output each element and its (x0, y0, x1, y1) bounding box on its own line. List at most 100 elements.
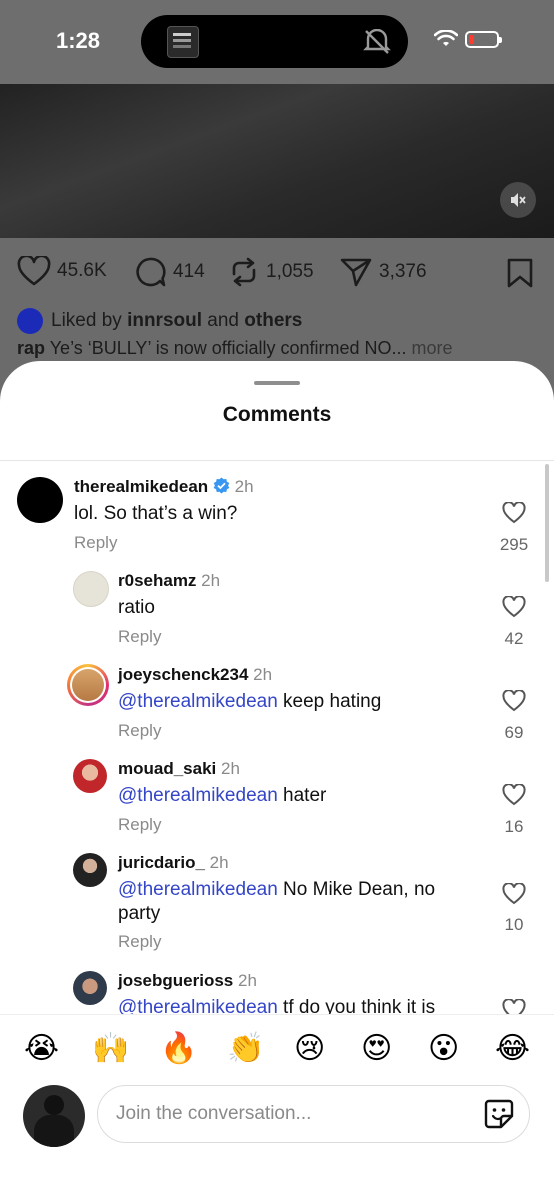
reply-button[interactable]: Reply (118, 815, 161, 835)
comment-text: @therealmikedean tf do you think it is (118, 996, 488, 1015)
sheet-grabber[interactable] (254, 381, 300, 385)
comment-text: @therealmikedean keep hating (118, 691, 382, 712)
comment-text: ratio (118, 597, 155, 618)
comment-time: 2h (238, 971, 257, 990)
avatar[interactable] (73, 571, 109, 607)
comment-username-row: joeyschenck234 2h (118, 665, 272, 685)
like-comment-heart-icon[interactable] (502, 690, 526, 712)
emoji-heart-eyes[interactable]: 😍 (361, 1031, 392, 1067)
caption-more-link[interactable]: more (412, 338, 453, 358)
repost-count: 1,055 (266, 261, 314, 282)
comment-text: @therealmikedean No Mike Dean, no party (118, 879, 436, 924)
status-time: 1:28 (56, 28, 101, 53)
mention-link[interactable]: @therealmikedean (118, 691, 278, 712)
comment-like-count: 295 (499, 535, 529, 554)
dynamic-island[interactable] (141, 15, 408, 68)
sticker-icon[interactable] (483, 1098, 515, 1130)
reply-button[interactable]: Reply (118, 721, 161, 741)
comment-username-row: juricdario_ 2h (118, 853, 229, 873)
story-ring-avatar[interactable] (67, 664, 109, 706)
comment-text: lol. So that’s a win? (74, 503, 238, 524)
speaker-muted-icon (511, 193, 526, 207)
comment-time: 2h (201, 571, 221, 590)
now-playing-artwork (167, 26, 199, 58)
comment-time: 2h (221, 759, 240, 778)
comment-username[interactable]: josebguerioss (118, 971, 233, 990)
liker-avatar (17, 308, 43, 334)
scrollbar[interactable] (545, 464, 549, 582)
comment-text: @therealmikedean hater (118, 785, 327, 806)
emoji-surprised[interactable]: 😮 (428, 1031, 459, 1067)
reply-button[interactable]: Reply (118, 627, 161, 647)
comment-username[interactable]: mouad_saki (118, 759, 216, 778)
avatar[interactable] (73, 759, 107, 793)
comment-like-count: 42 (504, 629, 524, 648)
like-comment-heart-icon[interactable] (502, 784, 526, 806)
comments-list[interactable]: therealmikedean 2h lol. So that’s a win?… (0, 462, 554, 1015)
comment-username[interactable]: therealmikedean (74, 477, 208, 496)
silent-mode-icon (363, 29, 391, 54)
video-mute-button[interactable] (500, 182, 536, 218)
comment-username-row: josebguerioss 2h (118, 971, 257, 991)
mention-link[interactable]: @therealmikedean (118, 785, 278, 806)
emoji-laughing[interactable]: 😂 (495, 1031, 530, 1067)
emoji-loudly-crying[interactable]: 😭 (24, 1031, 59, 1067)
mention-link[interactable]: @therealmikedean (118, 997, 278, 1015)
bookmark-icon[interactable] (506, 257, 534, 289)
comment-time: 2h (209, 853, 229, 872)
comment-username-row: mouad_saki 2h (118, 759, 240, 779)
like-count: 45.6K (57, 260, 107, 281)
like-comment-heart-icon[interactable] (502, 999, 526, 1015)
comment-username[interactable]: joeyschenck234 (118, 665, 248, 684)
like-comment-heart-icon[interactable] (502, 502, 526, 524)
emoji-clapping[interactable]: 👏 (227, 1031, 264, 1067)
comment-input-placeholder: Join the conversation... (116, 1103, 312, 1124)
like-comment-heart-icon[interactable] (502, 883, 526, 905)
comment-username[interactable]: r0sehamz (118, 571, 196, 590)
avatar[interactable] (73, 853, 107, 887)
post-caption[interactable]: rap Ye’s ‘BULLY’ is now officially confi… (17, 338, 453, 359)
wifi-icon (434, 30, 458, 46)
caption-username[interactable]: rap (17, 338, 45, 358)
heart-icon (17, 256, 51, 286)
comment-action[interactable]: 414 (133, 256, 205, 288)
caption-text: Ye’s ‘BULLY’ is now officially confirmed… (49, 338, 407, 358)
liked-by[interactable]: Liked by innrsoul and others (17, 308, 302, 334)
comment-like-count: 10 (504, 915, 524, 934)
repost-action[interactable]: 1,055 (228, 256, 314, 288)
liked-by-prefix: Liked by (51, 310, 122, 331)
emoji-crying[interactable]: 😢 (294, 1031, 325, 1067)
comments-sheet: Comments therealmikedean 2h lol. So that… (0, 361, 554, 1200)
emoji-quick-bar: 😭 🙌 🔥 👏 😢 😍 😮 😂 (0, 1014, 554, 1085)
reply-button[interactable]: Reply (74, 533, 117, 553)
like-action[interactable]: 45.6K (17, 256, 107, 286)
comment-like-count: 16 (504, 817, 524, 836)
status-bar: 1:28 (0, 0, 554, 84)
post-video[interactable] (0, 84, 554, 238)
liked-by-others[interactable]: others (244, 310, 302, 332)
avatar[interactable] (73, 971, 107, 1005)
liked-by-and: and (207, 310, 239, 331)
comment-input[interactable]: Join the conversation... (97, 1085, 530, 1143)
comment-username-row: r0sehamz 2h (118, 571, 220, 591)
send-icon (340, 258, 372, 287)
comment-time: 2h (234, 477, 254, 496)
emoji-fire[interactable]: 🔥 (160, 1031, 197, 1067)
post-actions: 45.6K 414 1,055 3,376 (0, 256, 554, 292)
share-count: 3,376 (379, 261, 427, 282)
verified-badge-icon (213, 477, 230, 494)
share-action[interactable]: 3,376 (339, 256, 427, 288)
liked-by-user[interactable]: innrsoul (127, 310, 202, 332)
like-comment-heart-icon[interactable] (502, 596, 526, 618)
mention-link[interactable]: @therealmikedean (118, 879, 278, 900)
current-user-avatar[interactable] (23, 1085, 85, 1147)
comment-username[interactable]: juricdario_ (118, 853, 205, 872)
comment-time: 2h (253, 665, 273, 684)
reply-button[interactable]: Reply (118, 932, 161, 952)
comment-username-row: therealmikedean 2h (74, 477, 254, 497)
repost-icon (232, 257, 256, 287)
sheet-title: Comments (222, 403, 332, 426)
comment-like-count: 69 (504, 723, 524, 742)
avatar[interactable] (17, 477, 63, 523)
emoji-raised-hands[interactable]: 🙌 (92, 1031, 129, 1067)
